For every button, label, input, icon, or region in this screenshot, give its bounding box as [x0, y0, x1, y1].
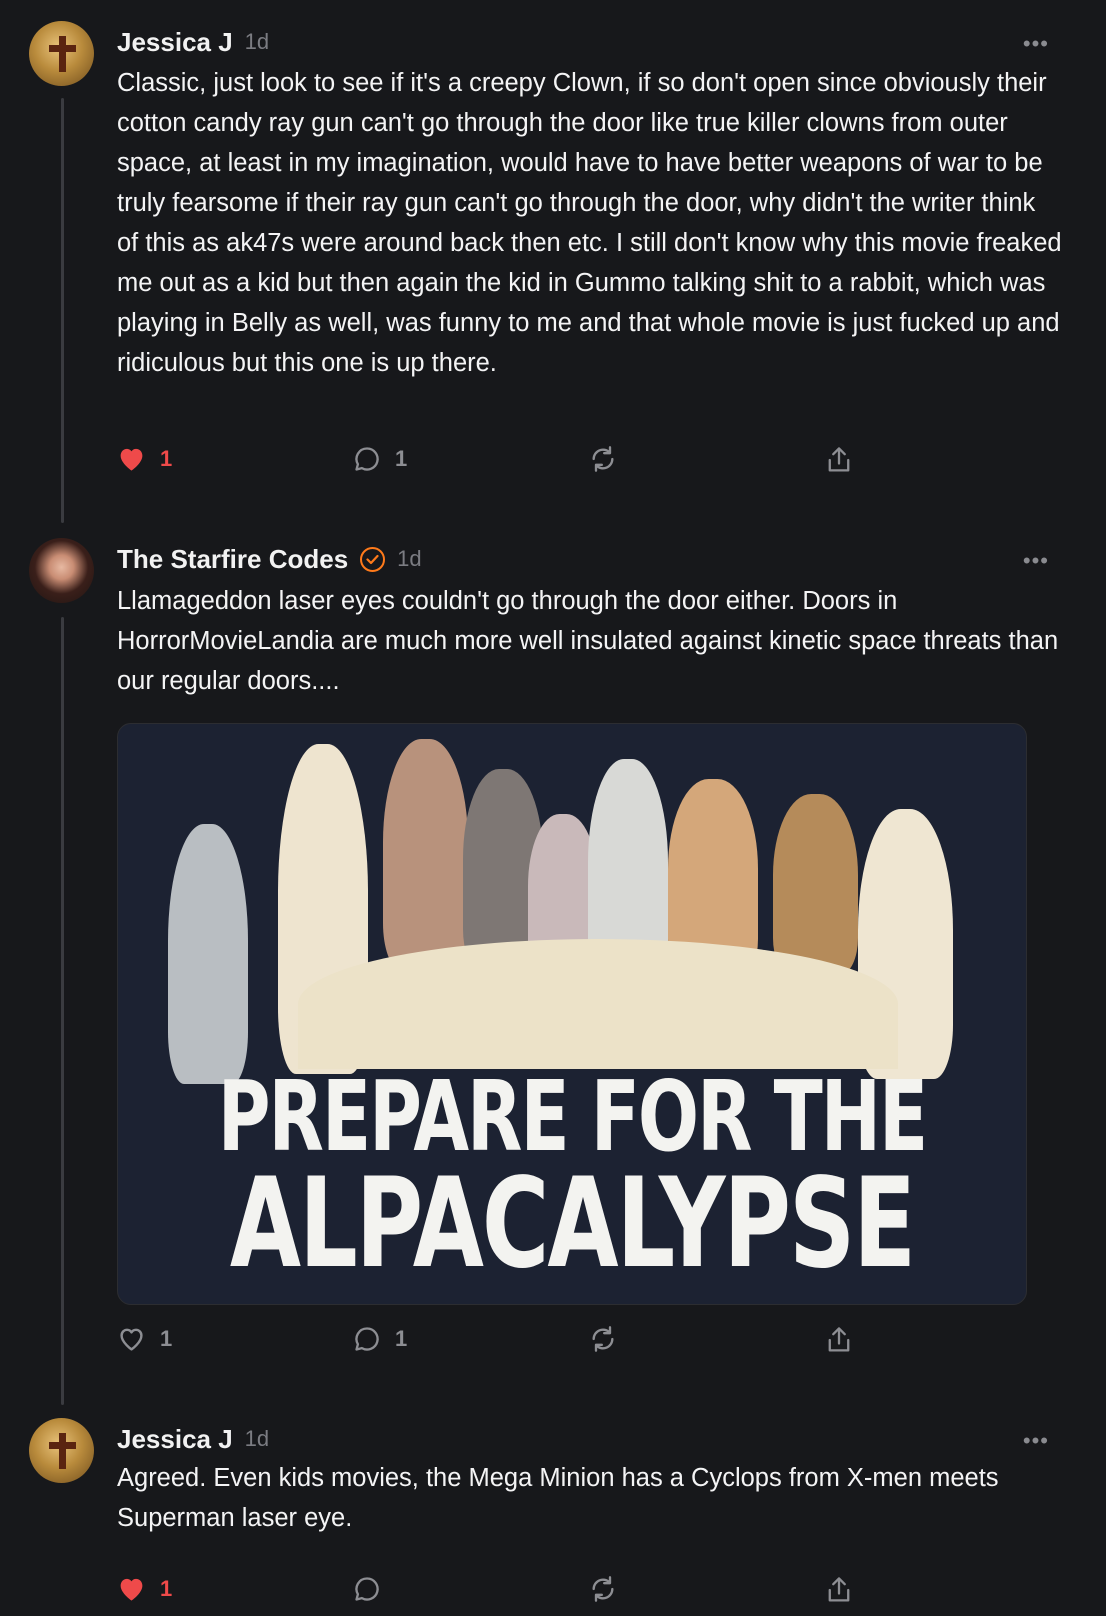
author-name[interactable]: Jessica J	[117, 27, 233, 58]
like-count: 1	[160, 1575, 173, 1601]
comment-icon	[355, 1577, 379, 1601]
restack-icon	[592, 1576, 614, 1602]
comment-post: Jessica J 1d ••• Classic, just look to s…	[0, 21, 1106, 491]
heart-filled-icon	[120, 1578, 143, 1601]
like-count: 1	[160, 445, 173, 471]
post-text: Classic, just look to see if it's a cree…	[117, 69, 1062, 377]
comment-post: The Starfire Codes 1d ••• Llamageddon la…	[0, 538, 1106, 1368]
more-options-icon[interactable]: •••	[1023, 1430, 1049, 1452]
author-name[interactable]: Jessica J	[117, 1424, 233, 1455]
share-icon	[828, 447, 850, 472]
reply-button[interactable]: 1	[353, 445, 407, 473]
reply-count: 1	[395, 446, 408, 471]
reply-button[interactable]: 1	[353, 1325, 407, 1353]
post-text: Agreed. Even kids movies, the Mega Minio…	[117, 1464, 999, 1532]
verified-badge-icon	[360, 546, 386, 572]
alpaca-bodies	[298, 939, 898, 1069]
heart-filled-icon	[120, 448, 143, 471]
reply-count: 1	[395, 1326, 408, 1351]
comment-post: Jessica J 1d ••• Agreed. Even kids movie…	[0, 1418, 1106, 1608]
timestamp[interactable]: 1d	[397, 546, 421, 572]
restack-button[interactable]	[589, 445, 617, 473]
restack-icon	[592, 1326, 614, 1352]
poster-line-2: ALPACALYPSE	[229, 1151, 916, 1296]
post-header: Jessica J 1d	[117, 1421, 269, 1457]
more-options-icon[interactable]: •••	[1023, 33, 1049, 55]
cross-icon	[47, 35, 77, 72]
post-image[interactable]: PREPARE FOR THE ALPACALYPSE	[117, 723, 1027, 1305]
share-icon	[828, 1327, 850, 1352]
action-bar: 1 1	[117, 1325, 877, 1355]
heart-outline-icon	[120, 1328, 143, 1351]
share-button[interactable]	[825, 1325, 853, 1355]
avatar[interactable]	[29, 1418, 94, 1483]
post-text: Llamageddon laser eyes couldn't go throu…	[117, 587, 1059, 695]
more-options-icon[interactable]: •••	[1023, 550, 1049, 572]
like-button[interactable]: 1	[117, 445, 172, 472]
restack-button[interactable]	[589, 1575, 617, 1603]
restack-icon	[592, 446, 614, 472]
author-name[interactable]: The Starfire Codes	[117, 544, 348, 575]
action-bar: 1 1	[117, 445, 877, 475]
share-icon	[828, 1577, 850, 1602]
alpaca-figure	[383, 739, 468, 969]
like-button[interactable]: 1	[117, 1575, 172, 1602]
share-button[interactable]	[825, 445, 853, 475]
timestamp[interactable]: 1d	[245, 1426, 269, 1452]
post-header: The Starfire Codes 1d	[117, 541, 422, 577]
action-bar: 1	[117, 1575, 877, 1605]
avatar[interactable]	[29, 21, 94, 86]
avatar[interactable]	[29, 538, 94, 603]
like-count: 1	[160, 1325, 173, 1351]
reply-button[interactable]	[353, 1575, 381, 1603]
alpaca-figure	[773, 794, 858, 974]
alpaca-figure	[168, 824, 248, 1084]
like-button[interactable]: 1	[117, 1325, 172, 1352]
restack-button[interactable]	[589, 1325, 617, 1353]
comment-icon	[355, 447, 379, 471]
comment-icon	[355, 1327, 379, 1351]
share-button[interactable]	[825, 1575, 853, 1605]
cross-icon	[47, 1432, 77, 1469]
post-header: Jessica J 1d	[117, 24, 269, 60]
timestamp[interactable]: 1d	[245, 29, 269, 55]
